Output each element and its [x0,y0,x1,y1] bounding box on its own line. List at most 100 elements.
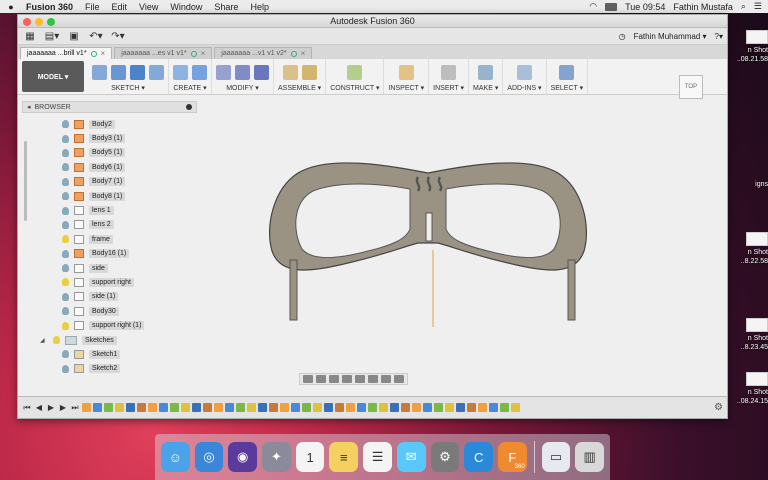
timeline-feature-icon[interactable] [291,403,300,412]
fillet-icon[interactable] [235,64,250,80]
browser-item[interactable]: Body3 (1) [22,131,197,145]
plane-icon[interactable] [347,64,363,80]
timeline-feature-icon[interactable] [104,403,113,412]
cc-icon[interactable]: C [464,442,493,472]
ribbon-group-inspect[interactable]: INSPECT ▾ [384,59,430,94]
battery-icon[interactable] [605,2,618,11]
timeline-feature-icon[interactable] [115,403,124,412]
visibility-icon[interactable] [62,120,69,129]
chamfer-icon[interactable] [254,64,269,80]
menu-share[interactable]: Share [214,2,238,12]
apple-icon[interactable]: ● [6,2,16,12]
menu-edit[interactable]: Edit [112,2,128,12]
timeline-feature-icon[interactable] [335,403,344,412]
ribbon-group-construct[interactable]: CONSTRUCT ▾ [326,59,385,94]
close-icon[interactable]: × [101,49,106,58]
browser-item[interactable]: support right [22,275,197,289]
measure-icon[interactable] [398,64,414,80]
model-canvas[interactable] [268,155,588,330]
desktop-file[interactable]: n Shot ..8.23.45 [728,318,768,352]
desktop-file[interactable]: n Shot ..08.21.58 [728,30,768,64]
timeline-feature-icon[interactable] [500,403,509,412]
browser-item[interactable]: Body16 (1) [22,247,197,261]
rigid-icon[interactable] [301,64,317,80]
ribbon-group-label[interactable]: ADD-INS ▾ [507,84,541,92]
browser-item[interactable]: Body6 (1) [22,160,197,174]
timeline-feature-icon[interactable] [214,403,223,412]
browser-item[interactable]: Body7 (1) [22,175,197,189]
timeline-feature-icon[interactable] [269,403,278,412]
timeline-feature-icon[interactable] [379,403,388,412]
timeline-feature-icon[interactable] [324,403,333,412]
ribbon-group-label[interactable]: MAKE ▾ [473,84,498,92]
tab-document-1[interactable]: jaaaaaaa ...brill v1* × [20,47,113,59]
timeline-feature-icon[interactable] [137,403,146,412]
rectangle-icon[interactable] [130,64,145,80]
app-menu[interactable]: Fusion 360 [26,2,73,12]
timeline-settings-icon[interactable]: ⚙ [714,402,723,413]
browser-item[interactable]: Body30 [22,304,197,318]
timeline-feature-icon[interactable] [511,403,520,412]
menu-file[interactable]: File [85,2,100,12]
visibility-icon[interactable] [62,163,69,172]
timeline-feature-icon[interactable] [368,403,377,412]
job-status-icon[interactable]: ◷ [619,32,626,41]
visibility-icon[interactable] [62,278,69,287]
ribbon-group-label[interactable]: SKETCH ▾ [111,84,145,92]
visual-style-icon[interactable] [381,375,391,383]
timeline-feature-icon[interactable] [148,403,157,412]
visibility-icon[interactable] [62,292,69,301]
timeline-feature-icon[interactable] [280,403,289,412]
orbit-icon[interactable] [303,375,313,383]
browser-item[interactable]: frame [22,232,197,246]
timeline-feature-icon[interactable] [236,403,245,412]
browser-item[interactable]: lens 2 [22,218,197,232]
display-settings-icon[interactable] [368,375,378,383]
account-menu[interactable]: Fathin Muhammad ▾ [634,32,707,41]
pan-icon[interactable] [329,375,339,383]
visibility-icon[interactable] [62,364,69,373]
timeline-feature-icon[interactable] [225,403,234,412]
menu-view[interactable]: View [139,2,158,12]
trash-icon[interactable]: ▥ [575,442,605,472]
minimize-window-button[interactable] [35,18,43,26]
print-icon[interactable] [478,64,494,80]
timeline-feature-icon[interactable] [478,403,487,412]
messages-icon[interactable]: ✉ [396,442,426,472]
line-icon[interactable] [149,64,164,80]
ribbon-group-make[interactable]: MAKE ▾ [469,59,504,94]
timeline-feature-icon[interactable] [489,403,498,412]
timeline-feature-icon[interactable] [203,403,212,412]
browser-sketch[interactable]: Sketch1 [22,347,197,361]
timeline-feature-icon[interactable] [126,403,135,412]
wifi-icon[interactable]: ◠ [589,1,597,12]
timeline-feature-icon[interactable] [401,403,410,412]
timeline-feature-icon[interactable] [247,403,256,412]
image-icon[interactable] [441,64,457,80]
expand-icon[interactable]: ◢ [40,337,48,344]
visibility-icon[interactable] [53,336,60,345]
timeline-feature-icon[interactable] [302,403,311,412]
browser-item[interactable]: Body8 (1) [22,189,197,203]
close-icon[interactable]: × [201,49,206,58]
close-window-button[interactable] [23,18,31,26]
zoom-icon[interactable] [342,375,352,383]
visibility-icon[interactable] [62,192,69,201]
ribbon-group-label[interactable]: CONSTRUCT ▾ [330,84,379,92]
timeline-next-icon[interactable]: ▶ [58,403,68,412]
timeline-feature-icon[interactable] [170,403,179,412]
browser-item[interactable]: Body2 [22,117,197,131]
timeline-prev-icon[interactable]: ◀ [34,403,44,412]
search-icon[interactable]: ⌕ [741,1,746,12]
reminders-icon[interactable]: ☰ [363,442,392,472]
ribbon-group-label[interactable]: INSERT ▾ [433,84,464,92]
select-icon[interactable] [559,64,575,80]
visibility-icon[interactable] [62,177,69,186]
timeline-feature-icon[interactable] [423,403,432,412]
save-icon[interactable]: ▣ [66,30,82,42]
timeline-feature-icon[interactable] [412,403,421,412]
desktop-file[interactable]: igns [728,180,768,189]
grid-settings-icon[interactable] [394,375,404,383]
visibility-icon[interactable] [62,307,69,316]
timeline-feature-icon[interactable] [313,403,322,412]
